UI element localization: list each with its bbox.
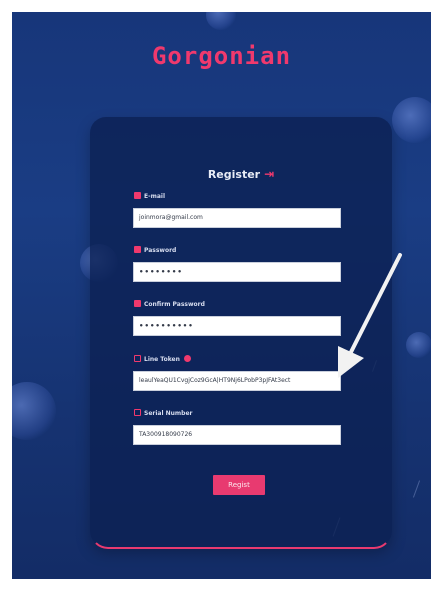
app-screen: Gorgonian Register ⇥ E-mail joinmora@gmai… (12, 12, 431, 579)
annotation-arrow-icon (338, 253, 402, 378)
